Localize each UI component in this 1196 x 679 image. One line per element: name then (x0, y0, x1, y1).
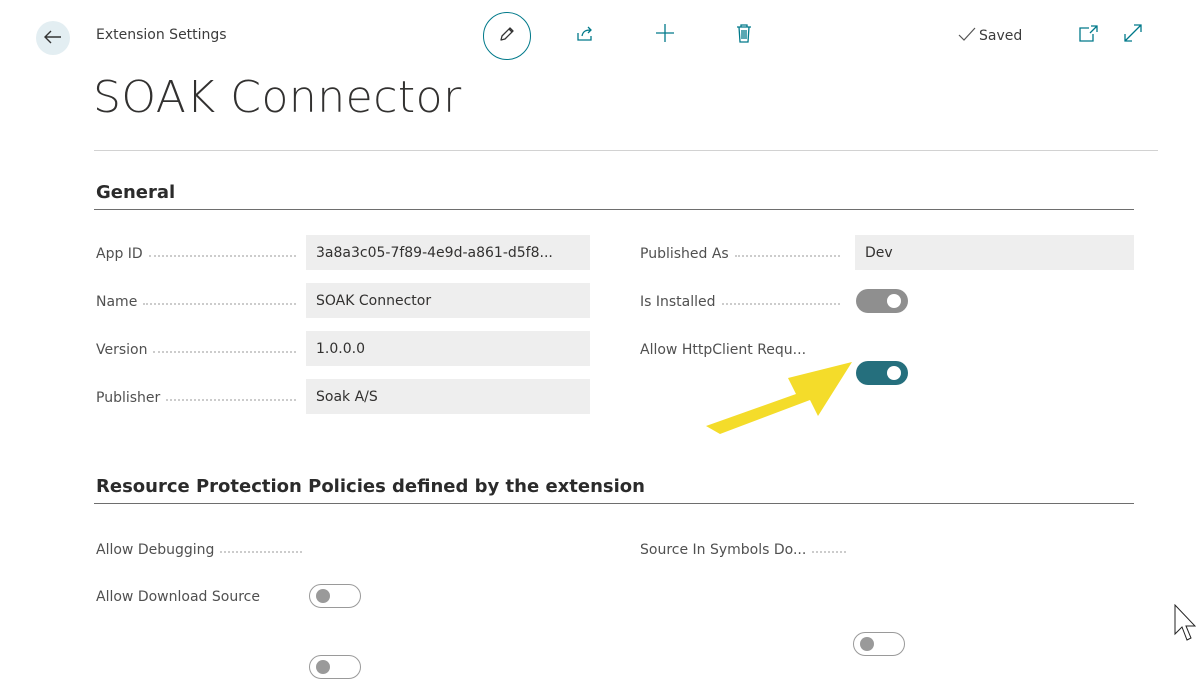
open-new-window-button[interactable] (1075, 23, 1101, 49)
checkmark-icon (958, 27, 976, 45)
share-button[interactable] (572, 23, 598, 49)
is-installed-toggle[interactable] (856, 289, 908, 313)
annotation-arrow-icon (706, 362, 852, 434)
edit-icon (497, 24, 517, 48)
delete-button[interactable] (731, 22, 757, 48)
expand-button[interactable] (1120, 22, 1146, 48)
publisher-field[interactable]: Soak A/S (306, 379, 590, 414)
saved-label: Saved (979, 28, 1023, 44)
field-label-name: Name (96, 292, 296, 312)
field-label-app-id: App ID (96, 244, 296, 264)
allow-httpclient-toggle[interactable] (856, 361, 908, 385)
section-heading-resource-protection[interactable]: Resource Protection Policies defined by … (96, 476, 645, 497)
field-label-publisher: Publisher (96, 388, 296, 408)
mouse-cursor-icon (1174, 604, 1196, 641)
back-button[interactable] (36, 21, 70, 55)
plus-icon (654, 22, 676, 48)
field-label-allow-debugging: Allow Debugging (96, 540, 302, 560)
field-label-version: Version (96, 340, 296, 360)
share-icon (575, 24, 595, 48)
version-field[interactable]: 1.0.0.0 (306, 331, 590, 366)
published-as-field[interactable]: Dev (855, 235, 1134, 270)
trash-icon (735, 22, 753, 48)
general-divider (94, 209, 1134, 210)
resource-divider (94, 503, 1134, 504)
name-field[interactable]: SOAK Connector (306, 283, 590, 318)
open-in-new-window-icon (1077, 24, 1099, 48)
field-label-published-as: Published As (640, 244, 840, 264)
breadcrumb[interactable]: Extension Settings (96, 27, 227, 43)
saved-status: Saved (958, 27, 1022, 45)
allow-download-source-toggle[interactable] (309, 655, 361, 679)
field-label-source-in-symbols: Source In Symbols Do... (640, 540, 846, 560)
app-id-field[interactable]: 3a8a3c05-7f89-4e9d-a861-d5f8... (306, 235, 590, 270)
new-button[interactable] (652, 22, 678, 48)
allow-debugging-toggle[interactable] (309, 584, 361, 608)
arrow-left-icon (44, 29, 62, 48)
page-title: SOAK Connector (93, 72, 462, 123)
source-in-symbols-toggle[interactable] (853, 632, 905, 656)
title-divider (94, 150, 1158, 151)
field-label-is-installed: Is Installed (640, 292, 840, 312)
expand-icon (1122, 22, 1144, 48)
field-label-allow-download-source: Allow Download Source (96, 589, 260, 605)
edit-button[interactable] (483, 12, 531, 60)
section-heading-general[interactable]: General (96, 182, 175, 203)
